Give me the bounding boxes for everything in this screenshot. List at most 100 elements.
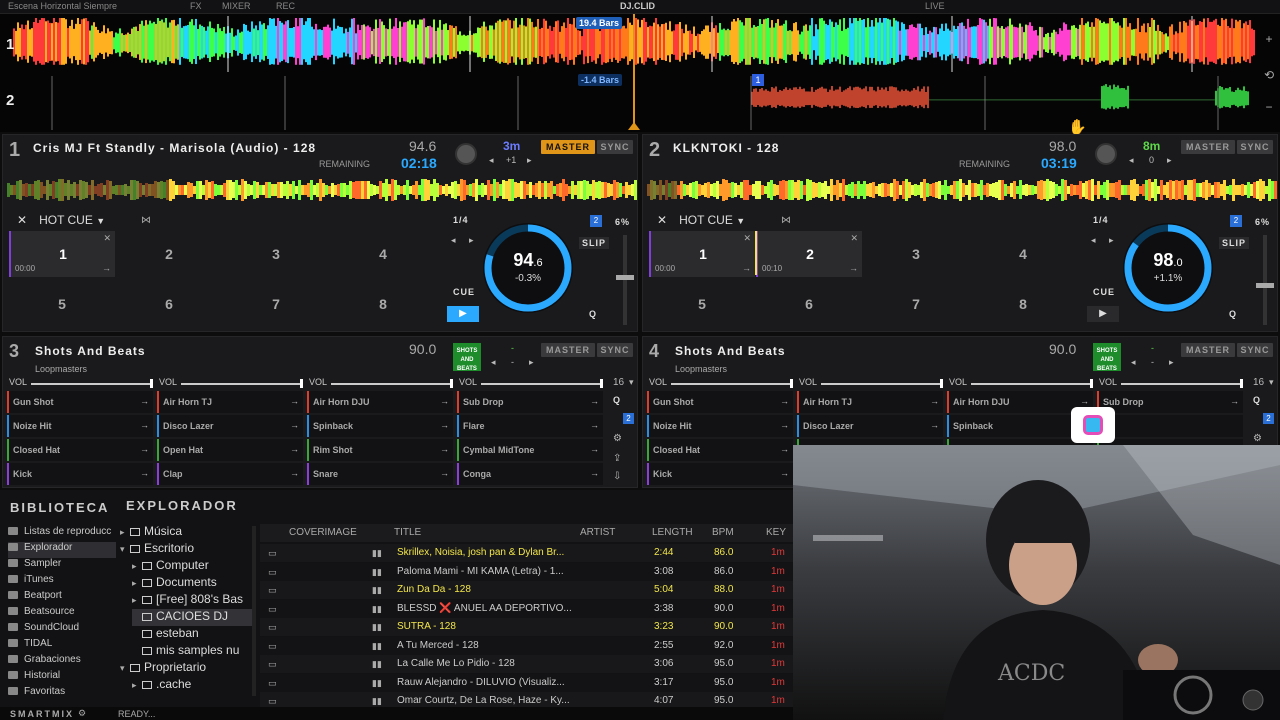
- bpm-dial[interactable]: 98.0 +1.1%: [1123, 223, 1213, 313]
- sync-button[interactable]: SYNC: [597, 343, 633, 357]
- sample-pad[interactable]: Closed Hat →: [7, 439, 153, 461]
- waveform-area[interactable]: 1 2 19.4 Bars -1.4 Bars 1 + ⟲ − ✋: [0, 14, 1280, 136]
- sample-pad[interactable]: Flare →: [457, 415, 603, 437]
- sample-pad[interactable]: Air Horn DJU →: [307, 391, 453, 413]
- platter-icon[interactable]: [455, 143, 477, 165]
- sync-button[interactable]: SYNC: [597, 140, 633, 154]
- download-icon[interactable]: ⇩: [613, 471, 621, 482]
- tree-folder[interactable]: mis samples nu: [132, 643, 252, 660]
- sample-pad[interactable]: Conga →: [457, 463, 603, 485]
- hotcue-pad-7[interactable]: 7: [863, 281, 969, 327]
- sample-pad[interactable]: [1097, 415, 1243, 437]
- hotcue-pad-8[interactable]: 8: [330, 281, 436, 327]
- library-item[interactable]: Sampler: [8, 558, 116, 574]
- loop-double-icon[interactable]: ▸: [469, 235, 474, 246]
- column-header-coverimage[interactable]: COVERIMAGE: [289, 524, 357, 542]
- sample-pad[interactable]: Kick →: [647, 463, 793, 485]
- expand-icon[interactable]: ▸: [132, 680, 142, 691]
- expand-icon[interactable]: ▸: [120, 527, 130, 538]
- track-overview[interactable]: [647, 175, 1277, 205]
- pitch-range[interactable]: 6%: [615, 217, 630, 227]
- tab-fx[interactable]: FX: [190, 1, 202, 11]
- settings-icon[interactable]: ⚙: [1253, 433, 1262, 444]
- sample-pad[interactable]: Sub Drop →: [457, 391, 603, 413]
- sample-pad[interactable]: Air Horn TJ →: [797, 391, 943, 413]
- library-item[interactable]: TIDAL: [8, 638, 116, 654]
- hotcue-pad-2[interactable]: 2 00:10 ✕ →: [756, 231, 862, 277]
- play-button[interactable]: ▶: [447, 306, 479, 322]
- sample-pad[interactable]: Kick →: [7, 463, 153, 485]
- loop-double-icon[interactable]: ▸: [1109, 235, 1114, 246]
- remaining-time[interactable]: 03:19: [1041, 155, 1077, 171]
- volume-slider[interactable]: [181, 383, 301, 385]
- volume-slider[interactable]: [31, 383, 151, 385]
- sample-pad[interactable]: Noize Hit →: [7, 415, 153, 437]
- pad-page-icon[interactable]: ⋈: [781, 215, 791, 226]
- delete-cue-icon[interactable]: ✕: [850, 233, 858, 244]
- cue-button[interactable]: CUE: [453, 287, 475, 297]
- sample-pad[interactable]: Disco Lazer →: [797, 415, 943, 437]
- fx-badge[interactable]: 2: [623, 413, 634, 424]
- slip-button[interactable]: SLIP: [579, 237, 610, 249]
- quantize-button[interactable]: Q: [1229, 309, 1237, 319]
- track-row[interactable]: ▭ ▮▮ Paloma Mami - MI KAMA (Letra) - 1... 3…: [260, 562, 793, 581]
- hotcue-pad-3[interactable]: 3: [863, 231, 969, 277]
- pitch-slider-knob[interactable]: [1256, 283, 1274, 288]
- cue-marker[interactable]: 1: [752, 74, 764, 86]
- pitch-slider-knob[interactable]: [616, 275, 634, 280]
- pad-page-icon[interactable]: ⋈: [141, 215, 151, 226]
- sample-pad[interactable]: Spinback →: [307, 415, 453, 437]
- settings-icon[interactable]: ⚙: [78, 708, 86, 719]
- sample-pad[interactable]: Gun Shot →: [647, 391, 793, 413]
- layout-selector[interactable]: Escena Horizontal Siempre: [8, 1, 117, 11]
- hotcue-pad-4[interactable]: 4: [970, 231, 1076, 277]
- master-button[interactable]: MASTER: [541, 343, 595, 357]
- track-row[interactable]: ▭ ▮▮ SUTRA - 128 3:23 90.0 1m: [260, 618, 793, 636]
- sample-pad[interactable]: Clap →: [157, 463, 303, 485]
- hotcue-pad-4[interactable]: 4: [330, 231, 436, 277]
- column-header-length[interactable]: LENGTH: [652, 524, 693, 542]
- zoom-in-icon[interactable]: +: [1262, 32, 1276, 46]
- volume-knob[interactable]: [1240, 379, 1243, 388]
- tree-folder[interactable]: ▾ Proprietario: [120, 660, 252, 677]
- library-item[interactable]: iTunes: [8, 574, 116, 590]
- volume-slider[interactable]: [821, 383, 941, 385]
- key-up-icon[interactable]: ▸: [527, 155, 532, 166]
- fx-badge[interactable]: 2: [590, 215, 602, 227]
- loop-halve-icon[interactable]: ◂: [1091, 235, 1096, 246]
- sample-pad[interactable]: Noize Hit →: [647, 415, 793, 437]
- delete-cue-icon[interactable]: ✕: [103, 233, 111, 244]
- library-item[interactable]: Favoritas: [8, 686, 116, 702]
- quantize-button[interactable]: Q: [1253, 395, 1260, 405]
- column-header-title[interactable]: TITLE: [394, 524, 421, 542]
- key-up-icon[interactable]: ▸: [529, 357, 534, 368]
- expand-icon[interactable]: ▸: [132, 578, 142, 589]
- hotcue-pad-5[interactable]: 5: [9, 281, 115, 327]
- sample-pad[interactable]: Closed Hat →: [647, 439, 793, 461]
- hotcue-pad-6[interactable]: 6: [116, 281, 222, 327]
- sample-pad[interactable]: Air Horn TJ →: [157, 391, 303, 413]
- sync-waveform-icon[interactable]: ⟲: [1262, 68, 1276, 82]
- track-overview[interactable]: [7, 175, 637, 205]
- sync-button[interactable]: SYNC: [1237, 140, 1273, 154]
- loop-halve-icon[interactable]: ◂: [451, 235, 456, 246]
- hotcue-pad-7[interactable]: 7: [223, 281, 329, 327]
- tree-folder[interactable]: ▸ .cache: [132, 677, 252, 694]
- play-button[interactable]: ▶: [1087, 306, 1119, 322]
- pitch-slider[interactable]: [623, 235, 627, 325]
- tree-folder[interactable]: CACIOES DJ: [132, 609, 252, 626]
- volume-knob[interactable]: [600, 379, 603, 388]
- column-header-bpm[interactable]: BPM: [712, 524, 734, 542]
- tree-folder[interactable]: esteban: [132, 626, 252, 643]
- platter-icon[interactable]: [1095, 143, 1117, 165]
- bpm-dial[interactable]: 94.6 -0.3%: [483, 223, 573, 313]
- sample-pad[interactable]: Snare →: [307, 463, 453, 485]
- loop-length[interactable]: 1/4: [453, 215, 469, 225]
- volume-knob[interactable]: [940, 379, 943, 388]
- track-key[interactable]: 8m: [1143, 139, 1160, 153]
- track-row[interactable]: ▭ ▮▮ A Tu Merced - 128 2:55 92.0 1m: [260, 636, 793, 655]
- track-row[interactable]: ▭ ▮▮ BLESSD ❌ ANUEL AA DEPORTIVO... 3:38 90.…: [260, 599, 793, 618]
- sample-pad[interactable]: Sub Drop →: [1097, 391, 1243, 413]
- track-row[interactable]: ▭ ▮▮ La Calle Me Lo Pidio - 128 3:06 95.0 1m: [260, 655, 793, 673]
- settings-icon[interactable]: ⚙: [613, 433, 622, 444]
